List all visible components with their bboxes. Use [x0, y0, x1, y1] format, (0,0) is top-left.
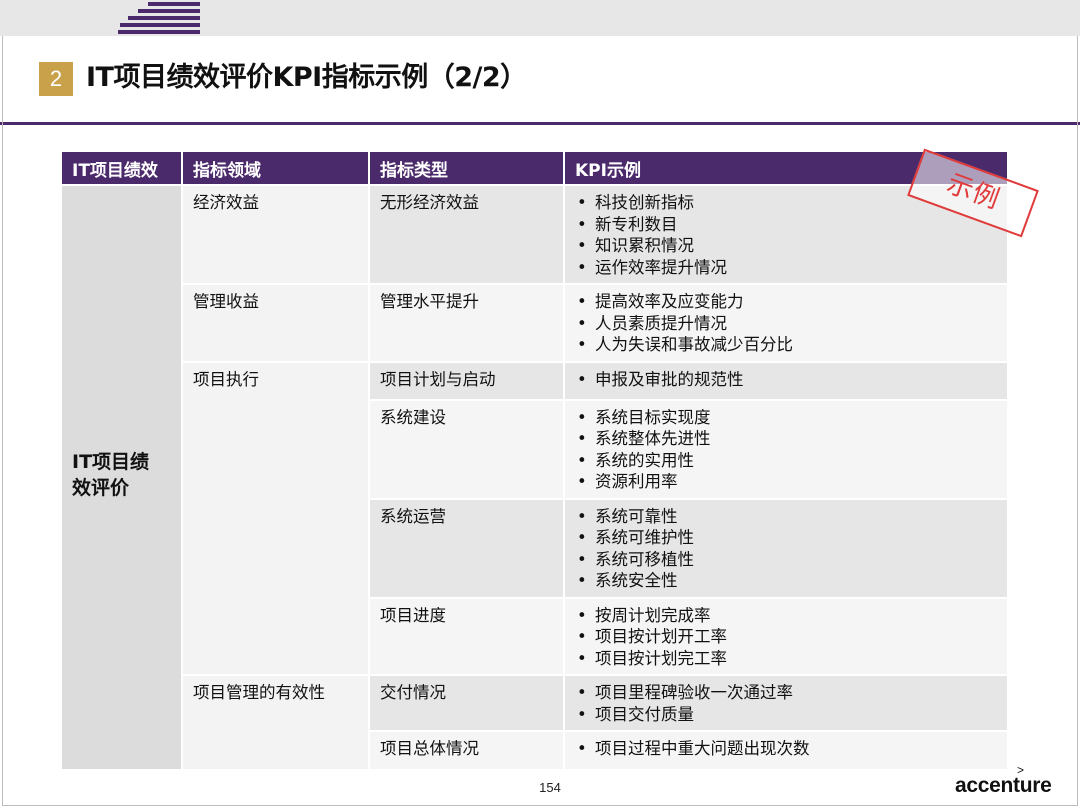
kpi-cell: 项目过程中重大问题出现次数: [563, 730, 1007, 769]
domain-cell: 经济效益: [181, 184, 369, 284]
kpi-item: 申报及审批的规范性: [575, 369, 997, 391]
type-cell: 项目总体情况: [368, 730, 564, 769]
kpi-item: 人为失误和事故减少百分比: [575, 334, 997, 356]
frame-bottom: [2, 805, 1078, 806]
header-divider: [0, 122, 1080, 125]
kpi-item: 人员素质提升情况: [575, 313, 997, 335]
kpi-item: 新专利数目: [575, 214, 997, 236]
domain-cell: 管理收益: [181, 283, 369, 362]
kpi-cell: 项目里程碑验收一次通过率 项目交付质量: [563, 674, 1007, 731]
table-header-row: IT项目绩效 指标领域 指标类型 KPI示例: [62, 152, 1007, 185]
column-header: IT项目绩效: [62, 152, 182, 185]
type-cell: 系统建设: [368, 398, 564, 499]
table-row: 项目管理的有效性 交付情况 项目里程碑验收一次通过率 项目交付质量: [62, 674, 1007, 769]
logo-stripes-icon: [118, 2, 200, 36]
brand-logo: accenture: [955, 774, 1052, 797]
kpi-item: 系统可移植性: [575, 549, 997, 571]
table-row: 管理收益 管理水平提升 提高效率及应变能力 人员素质提升情况 人为失误和事故减少…: [62, 283, 1007, 362]
category-cell: IT项目绩效评价: [62, 184, 182, 769]
kpi-item: 项目按计划开工率: [575, 626, 997, 648]
domain-cell: 项目执行: [181, 360, 369, 675]
kpi-item: 知识累积情况: [575, 235, 997, 257]
kpi-item: 系统可靠性: [575, 506, 997, 528]
kpi-item: 系统整体先进性: [575, 428, 997, 450]
kpi-table: IT项目绩效 指标领域 指标类型 KPI示例 IT项目绩效评价 经济效益 无形经…: [62, 152, 1007, 769]
type-cell: 项目计划与启动: [368, 360, 564, 400]
kpi-item: 按周计划完成率: [575, 605, 997, 627]
kpi-item: 项目里程碑验收一次通过率: [575, 682, 997, 704]
page-number: 154: [539, 780, 561, 795]
column-header: 指标类型: [368, 152, 564, 185]
kpi-item: 系统可维护性: [575, 527, 997, 549]
type-cell: 交付情况: [368, 674, 564, 731]
kpi-item: 提高效率及应变能力: [575, 291, 997, 313]
kpi-item: 运作效率提升情况: [575, 257, 997, 279]
table-row: IT项目绩效评价 经济效益 无形经济效益 科技创新指标 新专利数目 知识累积情况…: [62, 184, 1007, 769]
kpi-item: 系统目标实现度: [575, 407, 997, 429]
type-cell: 系统运营: [368, 497, 564, 598]
kpi-item: 项目按计划完工率: [575, 648, 997, 670]
kpi-item: 系统安全性: [575, 570, 997, 592]
kpi-cell: 系统可靠性 系统可维护性 系统可移植性 系统安全性: [563, 497, 1007, 598]
kpi-cell: 提高效率及应变能力 人员素质提升情况 人为失误和事故减少百分比: [563, 283, 1007, 362]
column-header: 指标领域: [181, 152, 369, 185]
kpi-cell: 申报及审批的规范性: [563, 360, 1007, 400]
type-cell: 管理水平提升: [368, 283, 564, 362]
kpi-item: 资源利用率: [575, 471, 997, 493]
domain-cell: 项目管理的有效性: [181, 674, 369, 769]
category-label: IT项目绩效评价: [72, 451, 150, 499]
kpi-item: 项目过程中重大问题出现次数: [575, 738, 997, 760]
type-cell: 无形经济效益: [368, 184, 564, 284]
kpi-item: 系统的实用性: [575, 450, 997, 472]
kpi-cell: 系统目标实现度 系统整体先进性 系统的实用性 资源利用率: [563, 398, 1007, 499]
kpi-item: 项目交付质量: [575, 704, 997, 726]
table-row: 项目执行 项目计划与启动 申报及审批的规范性: [62, 360, 1007, 675]
kpi-cell: 按周计划完成率 项目按计划开工率 项目按计划完工率: [563, 596, 1007, 675]
type-cell: 项目进度: [368, 596, 564, 675]
frame-right: [1077, 36, 1078, 806]
section-number-badge: 2: [39, 62, 73, 96]
frame-left: [2, 36, 3, 806]
page-title: IT项目绩效评价KPI指标示例（2/2）: [86, 62, 527, 93]
